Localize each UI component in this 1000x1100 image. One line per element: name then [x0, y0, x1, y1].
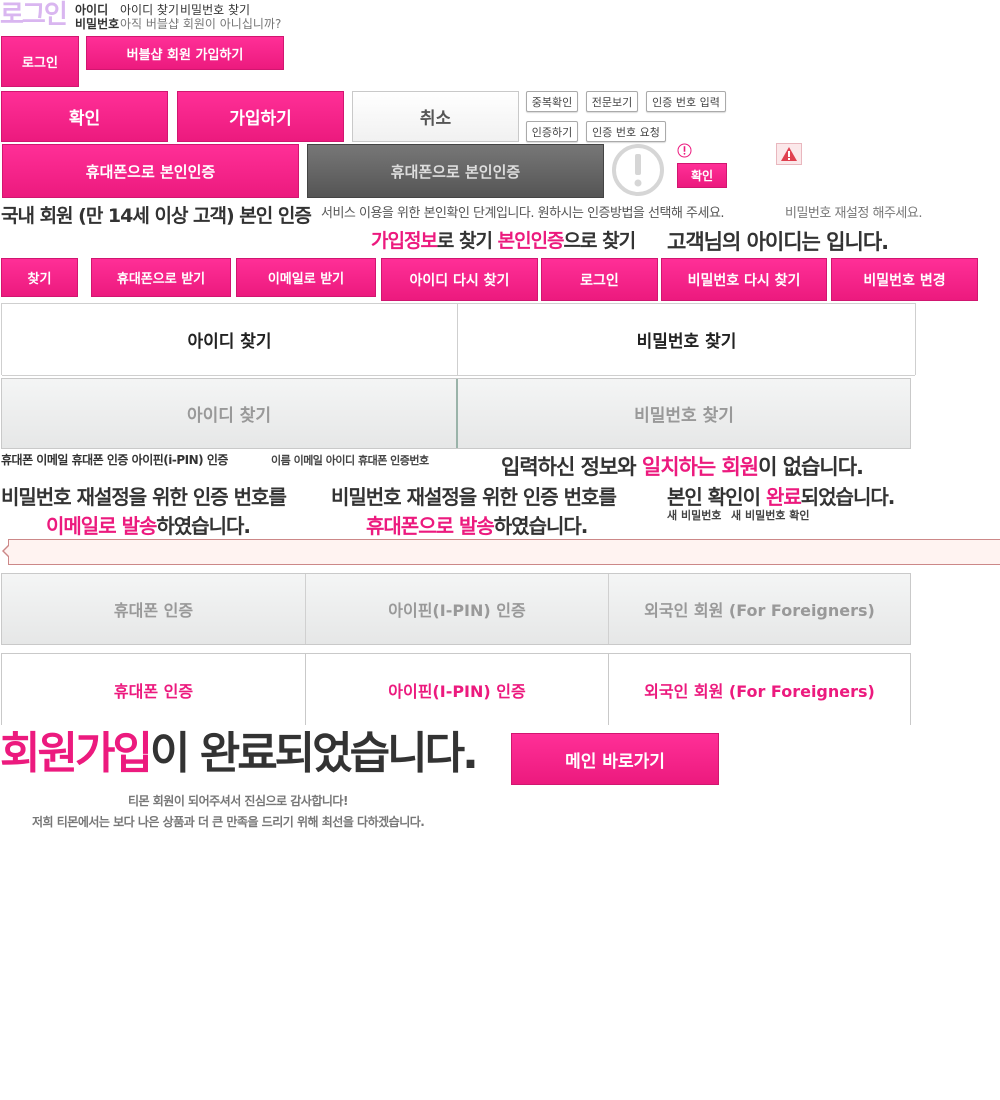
find-method-heading: 가입정보로 찾기 본인인증으로 찾기: [371, 226, 637, 253]
new-pw-label: 새 비밀번호: [667, 509, 722, 522]
confirm-small-button[interactable]: 확인: [677, 163, 727, 188]
find-tabs-active: 아이디 찾기 비밀번호 찾기: [1, 303, 916, 376]
auth-complete-message: 본인 확인이 완료되었습니다.: [667, 481, 896, 510]
dup-check-button[interactable]: 중복확인: [526, 91, 578, 112]
tab-phone-auth[interactable]: 휴대폰 인증: [2, 654, 305, 725]
tab-foreigner[interactable]: 외국인 회원 (For Foreigners): [608, 654, 910, 725]
small-exclamation-icon: [677, 143, 692, 158]
find-button[interactable]: 찾기: [1, 258, 78, 297]
tab-find-pw[interactable]: 비밀번호 찾기: [457, 304, 915, 376]
sent-email-line1: 비밀번호 재설정을 위한 인증 번호를: [1, 485, 287, 509]
tab-phone-auth-inactive[interactable]: 휴대폰 인증: [2, 574, 305, 644]
receive-email-button[interactable]: 이메일로 받기: [236, 258, 376, 297]
tab-find-id-inactive[interactable]: 아이디 찾기: [2, 379, 456, 448]
sent-email-highlight: 이메일로 발송: [46, 514, 157, 538]
enter-code-button[interactable]: 인증 번호 입력: [646, 91, 726, 112]
reset-pw-text: 비밀번호 재설정 해주세요.: [785, 206, 922, 221]
signup-complete-tail: 이 완료되었습니다.: [149, 728, 479, 779]
confirm-button[interactable]: 확인: [1, 91, 168, 142]
tab-ipin-auth[interactable]: 아이핀(I-PIN) 인증: [305, 654, 608, 725]
no-match-highlight: 일치하는 회원: [641, 455, 759, 479]
find-by-join-text: 로 찾기: [436, 230, 493, 252]
sent-phone-tail: 하였습니다.: [493, 514, 589, 538]
tooltip-bar: [8, 539, 1000, 565]
tab-find-pw-inactive[interactable]: 비밀번호 찾기: [456, 379, 910, 448]
auth-tabs-inactive: 휴대폰 인증 아이핀(I-PIN) 인증 외국인 회원 (For Foreign…: [1, 573, 911, 645]
your-id-text: 고객님의 아이디는 입니다.: [667, 230, 889, 254]
exclamation-circle-icon: [611, 143, 665, 197]
login-logo: 로그인: [0, 0, 68, 30]
phone-auth-button[interactable]: 휴대폰으로 본인인증: [2, 144, 299, 198]
cancel-button[interactable]: 취소: [352, 91, 519, 142]
login-button-2[interactable]: 로그인: [541, 258, 658, 301]
phone-auth-button-disabled: 휴대폰으로 본인인증: [307, 144, 604, 198]
auth-tabs-active: 휴대폰 인증 아이핀(I-PIN) 인증 외국인 회원 (For Foreign…: [1, 653, 911, 725]
join-button[interactable]: 가입하기: [177, 91, 344, 142]
find-by-auth-text: 으로 찾기: [563, 230, 637, 252]
auth-labels-row: 휴대폰 이메일 휴대폰 인증 아이핀(i-PIN) 인증: [1, 453, 228, 467]
tab-find-id[interactable]: 아이디 찾기: [2, 304, 457, 376]
no-match-text-c: 이 없습니다.: [758, 455, 864, 479]
warning-triangle-icon: [776, 143, 802, 165]
no-match-message: 입력하신 정보와 일치하는 회원이 없습니다.: [501, 451, 864, 481]
tab-foreigner-inactive[interactable]: 외국인 회원 (For Foreigners): [608, 574, 910, 644]
change-pw-button[interactable]: 비밀번호 변경: [831, 258, 978, 301]
join-bubble-button[interactable]: 버블샵 회원 가입하기: [86, 36, 284, 70]
sent-email-tail: 하였습니다.: [156, 514, 251, 538]
receive-phone-button[interactable]: 휴대폰으로 받기: [91, 258, 231, 297]
sent-phone-line1: 비밀번호 재설정을 위한 인증 번호를: [331, 485, 617, 509]
verify-button[interactable]: 인증하기: [526, 121, 578, 142]
auth-complete-c: 되었습니다.: [800, 485, 896, 509]
auth-complete-highlight: 완료: [765, 485, 802, 509]
thanks-line-2: 저희 티몬에서는 보다 나은 상품과 더 큰 만족을 드리기 위해 최선을 다하…: [32, 815, 425, 829]
new-pw-confirm-label: 새 비밀번호 확인: [731, 509, 810, 522]
not-member-text: 아직 버블샵 회원이 아니십니까?: [120, 17, 282, 31]
no-match-text-a: 입력하신 정보와: [501, 455, 642, 479]
domestic-auth-heading: 국내 회원 (만 14세 이상 고객) 본인 인증: [1, 205, 312, 227]
login-button[interactable]: 로그인: [1, 36, 79, 87]
find-id-again-button[interactable]: 아이디 다시 찾기: [381, 258, 538, 301]
find-tabs-inactive: 아이디 찾기 비밀번호 찾기: [1, 378, 911, 449]
sent-phone-highlight: 휴대폰으로 발송: [366, 514, 495, 538]
main-go-button[interactable]: 메인 바로가기: [511, 733, 719, 785]
auth-complete-a: 본인 확인이: [667, 485, 766, 509]
sent-phone-line2: 휴대폰으로 발송하였습니다.: [366, 510, 589, 539]
find-by-auth-highlight: 본인인증: [497, 230, 565, 252]
find-pw-again-button[interactable]: 비밀번호 다시 찾기: [661, 258, 827, 301]
auth-description: 서비스 이용을 위한 본인확인 단계입니다. 원하시는 인증방법을 선택해 주세…: [321, 206, 725, 221]
view-full-button[interactable]: 전문보기: [586, 91, 638, 112]
find-by-join-highlight: 가입정보: [371, 230, 438, 252]
tab-ipin-auth-inactive[interactable]: 아이핀(I-PIN) 인증: [305, 574, 608, 644]
signup-complete-highlight: 회원가입: [0, 728, 153, 779]
tooltip-arrow-inner: [4, 546, 9, 556]
sent-email-line2: 이메일로 발송하였습니다.: [46, 510, 251, 539]
thanks-line-1: 티몬 회원이 되어주셔서 진심으로 감사합니다!: [128, 794, 348, 808]
field-labels-row: 이름 이메일 아이디 휴대폰 인증번호: [271, 454, 429, 467]
request-code-button[interactable]: 인증 번호 요청: [586, 121, 666, 142]
signup-complete-heading: 회원가입이 완료되었습니다.: [0, 726, 479, 782]
label-pw: 비밀번호: [75, 17, 120, 31]
